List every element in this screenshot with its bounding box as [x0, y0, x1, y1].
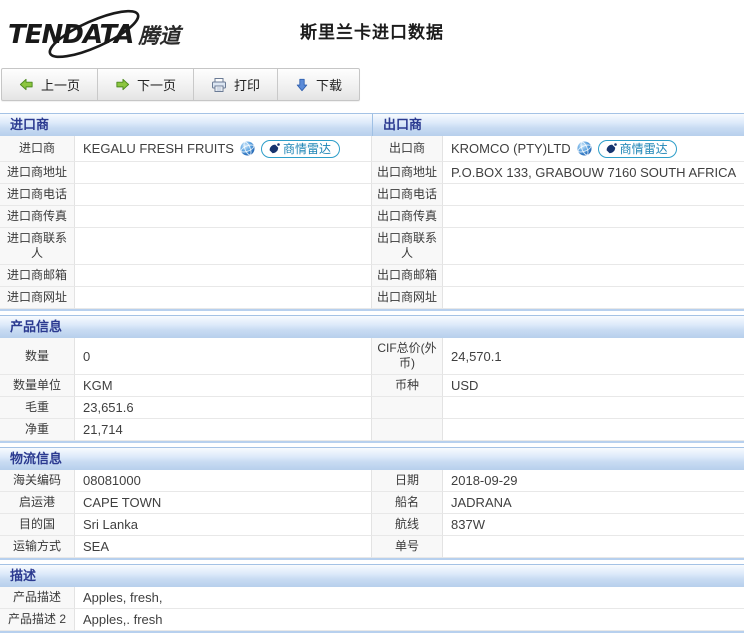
print-button[interactable]: 打印 — [194, 69, 279, 100]
importer-address-value — [75, 162, 372, 184]
importer-fax-label: 进口商传真 — [0, 206, 75, 228]
route-value: 837W — [443, 514, 744, 536]
product-section-header: 产品信息 — [0, 315, 744, 338]
exporter-website-value — [443, 287, 744, 309]
importer-phone-label: 进口商电话 — [0, 184, 75, 206]
top-bar: TENDATA 腾道 斯里兰卡进口数据 — [0, 0, 744, 62]
importer-name-cell: KEGALU FRESH FRUITS 商情雷达 — [75, 136, 372, 162]
logistics-section: 物流信息 海关编码 08081000 日期 2018-09-29 启运港 CAP… — [0, 447, 744, 560]
radar-button-label: 商情雷达 — [282, 141, 331, 156]
importer-website-value — [75, 287, 372, 309]
date-label: 日期 — [372, 470, 443, 492]
cif-total-label: CIF总价(外币) — [372, 338, 443, 375]
pager-toolbar: 上一页 下一页 打印 下载 — [1, 68, 361, 101]
importer-address-label: 进口商地址 — [0, 162, 75, 184]
arrow-right-icon — [115, 77, 130, 92]
importer-email-label: 进口商邮箱 — [0, 265, 75, 287]
quantity-unit-value: KGM — [75, 375, 372, 397]
radar-button-label: 商情雷达 — [619, 141, 668, 156]
trade-record-page: TENDATA 腾道 斯里兰卡进口数据 上一页 下一页 打印 下载 进口商 出口… — [0, 0, 744, 633]
exporter-phone-label: 出口商电话 — [372, 184, 443, 206]
route-label: 航线 — [372, 514, 443, 536]
globe-icon[interactable] — [577, 141, 592, 156]
empty-value-cell — [443, 419, 744, 441]
print-label: 打印 — [234, 78, 261, 93]
currency-label: 币种 — [372, 375, 443, 397]
departure-port-label: 启运港 — [0, 492, 75, 514]
globe-icon[interactable] — [240, 141, 255, 156]
prev-page-button[interactable]: 上一页 — [2, 69, 99, 100]
hs-code-value: 08081000 — [75, 470, 372, 492]
product-description-value: Apples, fresh, — [75, 587, 744, 609]
net-weight-label: 净重 — [0, 419, 75, 441]
destination-country-value: Sri Lanka — [75, 514, 372, 536]
exporter-email-label: 出口商邮箱 — [372, 265, 443, 287]
exporter-contact-value — [443, 228, 744, 265]
departure-port-value: CAPE TOWN — [75, 492, 372, 514]
radar-dish-icon — [268, 142, 280, 155]
transport-mode-value: SEA — [75, 536, 372, 558]
description-section-header: 描述 — [0, 564, 744, 587]
exporter-address-label: 出口商地址 — [372, 162, 443, 184]
exporter-address-value: P.O.BOX 133, GRABOUW 7160 SOUTH AFRICA — [443, 162, 744, 184]
empty-label-cell — [372, 397, 443, 419]
quantity-unit-label: 数量单位 — [0, 375, 75, 397]
quantity-label: 数量 — [0, 338, 75, 375]
importer-email-value — [75, 265, 372, 287]
radar-dish-icon — [605, 142, 617, 155]
bill-number-value — [443, 536, 744, 558]
download-label: 下载 — [316, 78, 343, 93]
company-section: 进口商 出口商 进口商 KEGALU FRESH FRUITS 商情雷达 出口商… — [0, 113, 744, 311]
empty-value-cell — [443, 397, 744, 419]
exporter-fax-value — [443, 206, 744, 228]
product-description2-label: 产品描述 2 — [0, 609, 75, 631]
exporter-email-value — [443, 265, 744, 287]
importer-website-label: 进口商网址 — [0, 287, 75, 309]
importer-contact-value — [75, 228, 372, 265]
prev-page-label: 上一页 — [41, 78, 81, 93]
exporter-phone-value — [443, 184, 744, 206]
exporter-name-label: 出口商 — [372, 136, 443, 162]
importer-section-header: 进口商 — [0, 113, 372, 136]
bill-number-label: 单号 — [372, 536, 443, 558]
importer-phone-value — [75, 184, 372, 206]
exporter-business-radar-button[interactable]: 商情雷达 — [597, 139, 677, 158]
gross-weight-label: 毛重 — [0, 397, 75, 419]
vessel-name-value: JADRANA — [443, 492, 744, 514]
currency-value: USD — [443, 375, 744, 397]
exporter-section-header: 出口商 — [372, 113, 744, 136]
next-page-button[interactable]: 下一页 — [98, 69, 195, 100]
logistics-section-header: 物流信息 — [0, 447, 744, 470]
arrow-left-icon — [19, 77, 34, 92]
arrow-down-icon — [295, 78, 309, 92]
cif-total-value: 24,570.1 — [443, 338, 744, 375]
next-page-label: 下一页 — [137, 78, 177, 93]
importer-business-radar-button[interactable]: 商情雷达 — [260, 139, 340, 158]
importer-name: KEGALU FRESH FRUITS — [83, 141, 234, 156]
product-description-label: 产品描述 — [0, 587, 75, 609]
product-section: 产品信息 数量 0 CIF总价(外币) 24,570.1 数量单位 KGM 币种… — [0, 315, 744, 443]
printer-icon — [211, 77, 227, 93]
transport-mode-label: 运输方式 — [0, 536, 75, 558]
gross-weight-value: 23,651.6 — [75, 397, 372, 419]
exporter-name-cell: KROMCO (PTY)LTD 商情雷达 — [443, 136, 744, 162]
importer-contact-label: 进口商联系人 — [0, 228, 75, 265]
quantity-value: 0 — [75, 338, 372, 375]
brand-name-cn: 腾道 — [138, 24, 181, 48]
exporter-website-label: 出口商网址 — [372, 287, 443, 309]
destination-country-label: 目的国 — [0, 514, 75, 536]
exporter-contact-label: 出口商联系人 — [372, 228, 443, 265]
importer-fax-value — [75, 206, 372, 228]
download-button[interactable]: 下载 — [278, 69, 359, 100]
importer-name-label: 进口商 — [0, 136, 75, 162]
exporter-name: KROMCO (PTY)LTD — [451, 141, 571, 156]
product-description2-value: Apples,. fresh — [75, 609, 744, 631]
vessel-name-label: 船名 — [372, 492, 443, 514]
empty-label-cell — [372, 419, 443, 441]
net-weight-value: 21,714 — [75, 419, 372, 441]
brand-name: TENDATA — [8, 20, 134, 50]
hs-code-label: 海关编码 — [0, 470, 75, 492]
exporter-fax-label: 出口商传真 — [372, 206, 443, 228]
date-value: 2018-09-29 — [443, 470, 744, 492]
